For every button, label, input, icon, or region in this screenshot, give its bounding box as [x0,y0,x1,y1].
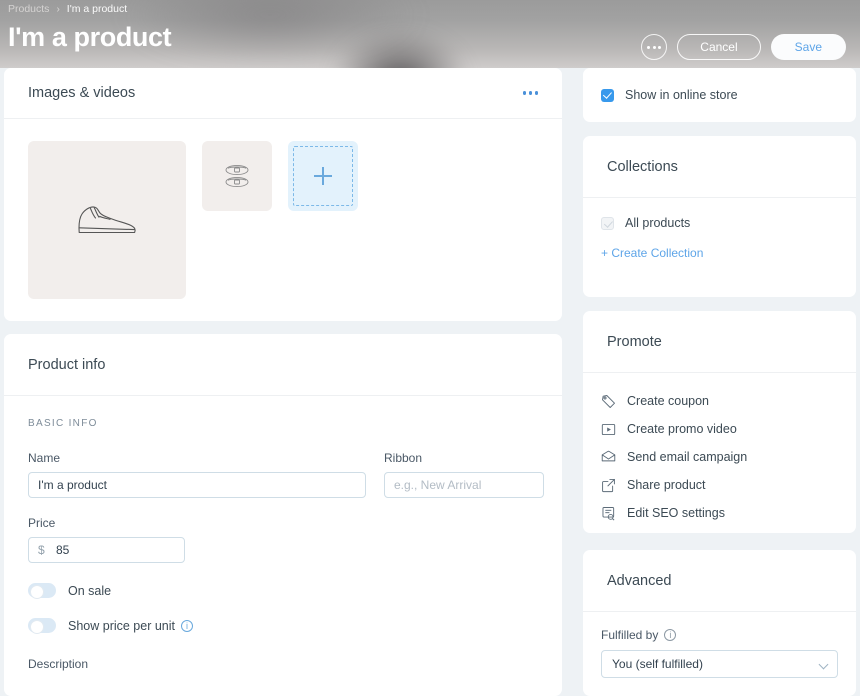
promote-item-share-product[interactable]: Share product [601,471,838,499]
video-play-icon [601,423,616,435]
product-info-title: Product info [28,356,106,373]
collection-item[interactable]: All products [601,216,838,230]
share-icon [602,478,615,492]
media-thumbnail-list [4,119,562,299]
price-per-unit-row: Show price per unit i [28,618,538,634]
create-collection-link[interactable]: + Create Collection [601,246,838,260]
promote-list: Create coupon Create promo video Send em… [583,373,856,527]
product-info-body: BASIC INFO Name Ribbon Price $ On sale [4,396,562,671]
fulfilled-by-label-group: Fulfilled by i [601,628,838,642]
promote-item-create-coupon[interactable]: Create coupon [601,387,838,415]
promote-label: Edit SEO settings [627,506,725,520]
advanced-header: Advanced [583,550,856,612]
promote-label: Send email campaign [627,450,748,464]
fulfilled-by-label: Fulfilled by [601,628,659,642]
coupon-icon [602,394,615,408]
show-in-online-store-checkbox[interactable] [601,88,614,102]
price-per-unit-toggle[interactable] [28,618,56,634]
price-input[interactable] [28,537,185,563]
save-button[interactable]: Save [770,34,846,60]
price-per-unit-label-group: Show price per unit i [68,618,194,633]
show-in-online-store-label: Show in online store [625,88,738,102]
on-sale-toggle[interactable] [28,583,56,599]
promote-item-create-promo-video[interactable]: Create promo video [601,415,838,443]
seo-icon [602,506,615,521]
dot [534,91,538,95]
product-info-header: Product info [4,334,562,396]
collections-body: All products + Create Collection [583,198,856,260]
page-title: I'm a product [8,22,172,52]
page-header: Products › I'm a product I'm a product C… [0,0,860,68]
promote-label: Share product [627,478,706,492]
add-media-tile[interactable] [288,141,358,211]
ribbon-input[interactable] [384,472,544,498]
price-per-unit-label: Show price per unit [68,618,176,633]
collections-card: Collections All products + Create Collec… [583,136,856,297]
on-sale-row: On sale [28,583,538,599]
promote-label: Create promo video [627,422,737,436]
header-actions: Cancel Save [641,34,846,60]
fulfilled-by-select-wrap [601,650,838,678]
more-horizontal-icon[interactable] [522,91,538,95]
ribbon-label: Ribbon [384,451,423,465]
shoe-side-icon [78,206,136,234]
info-icon[interactable]: i [181,619,194,632]
breadcrumb-current: I'm a product [66,3,128,15]
envelope-icon [601,450,616,461]
price-field-group: Price $ [28,516,538,563]
media-card-title: Images & videos [28,85,136,101]
media-thumbnail-secondary[interactable] [202,141,272,211]
chevron-right-icon: › [56,3,60,15]
currency-symbol: $ [38,543,45,557]
info-icon[interactable]: i [664,629,677,641]
basic-info-section-label: BASIC INFO [28,418,98,429]
breadcrumb: Products › I'm a product [8,3,127,15]
promote-card: Promote Create coupon Create promo video [583,311,856,533]
header-background-blur [330,30,470,68]
promote-label: Create coupon [627,394,710,408]
more-options-button[interactable] [641,34,668,60]
on-sale-label: On sale [68,583,112,598]
all-products-checkbox [601,216,614,230]
all-products-label: All products [625,216,691,230]
name-field-group: Name [28,451,366,498]
advanced-body: Fulfilled by i [583,612,856,678]
product-info-card: Product info BASIC INFO Name Ribbon Pric… [4,334,562,696]
breadcrumb-products-link[interactable]: Products [8,3,49,15]
media-card-header: Images & videos [4,68,562,119]
collections-title: Collections [607,158,678,175]
fulfilled-by-select[interactable] [601,650,838,678]
cancel-button[interactable]: Cancel [677,34,761,60]
promote-header: Promote [583,311,856,373]
collections-header: Collections [583,136,856,198]
more-horizontal-icon [647,45,651,49]
promote-item-edit-seo-settings[interactable]: Edit SEO settings [601,499,838,527]
description-label: Description [28,657,89,671]
media-thumbnail-primary[interactable] [28,141,186,299]
advanced-title: Advanced [607,572,672,589]
dot [528,91,532,95]
online-store-card: Show in online store [583,68,856,122]
name-input[interactable] [28,472,366,498]
price-label: Price [28,516,56,530]
promote-item-send-email-campaign[interactable]: Send email campaign [601,443,838,471]
advanced-card: Advanced Fulfilled by i [583,550,856,696]
ribbon-field-group: Ribbon [384,451,544,498]
plus-icon [314,167,332,185]
images-and-videos-card: Images & videos [4,68,562,321]
name-label: Name [28,451,61,465]
dot [522,91,526,95]
promote-title: Promote [607,333,662,350]
more-horizontal-icon [652,45,656,49]
more-horizontal-icon [658,45,662,49]
shoes-pair-icon [225,164,249,188]
name-ribbon-row: Name Ribbon [28,451,544,498]
